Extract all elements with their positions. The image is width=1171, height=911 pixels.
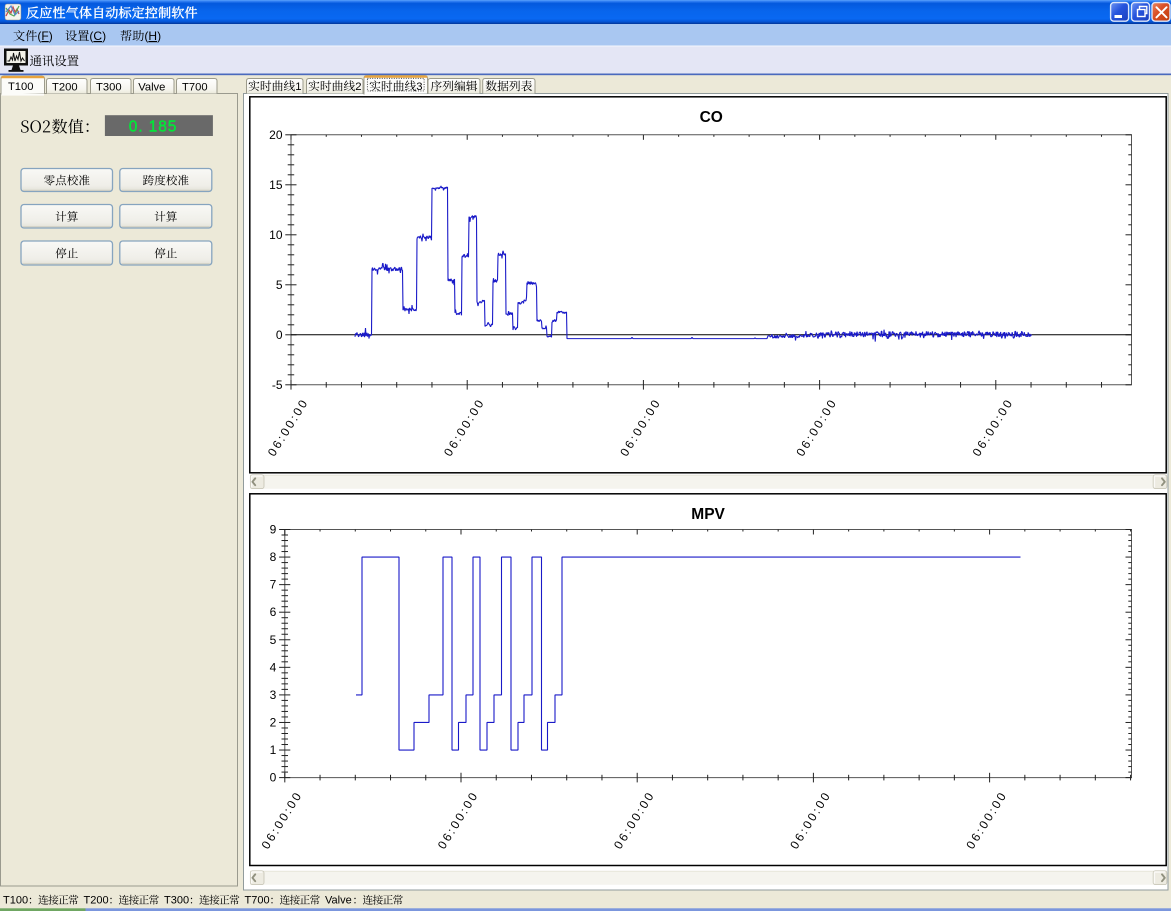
svg-text:15: 15 bbox=[269, 178, 283, 192]
svg-text:9: 9 bbox=[270, 523, 277, 537]
svg-text:T700: T700 bbox=[245, 895, 270, 907]
svg-text:T200: T200 bbox=[52, 82, 78, 94]
svg-text:(C): (C) bbox=[89, 29, 106, 43]
svg-text:20: 20 bbox=[269, 128, 283, 142]
svg-text:(H): (H) bbox=[144, 29, 161, 43]
svg-text:Valve: Valve bbox=[325, 895, 352, 907]
svg-text:0: 0 bbox=[276, 328, 283, 342]
svg-text:4: 4 bbox=[270, 660, 277, 674]
svg-text:T200: T200 bbox=[84, 895, 109, 907]
svg-text:5: 5 bbox=[270, 633, 277, 647]
svg-text:MPV: MPV bbox=[691, 506, 725, 523]
svg-text:-5: -5 bbox=[272, 378, 283, 392]
svg-text:2: 2 bbox=[270, 716, 277, 730]
svg-text:8: 8 bbox=[270, 550, 277, 564]
svg-text:1: 1 bbox=[270, 743, 277, 757]
svg-text:CO: CO bbox=[700, 109, 723, 126]
svg-text:7: 7 bbox=[270, 578, 277, 592]
svg-text:T300: T300 bbox=[164, 895, 189, 907]
svg-text:T100: T100 bbox=[8, 81, 34, 93]
svg-text:T300: T300 bbox=[96, 82, 122, 94]
svg-text:Valve: Valve bbox=[138, 82, 165, 94]
svg-text:T100: T100 bbox=[3, 895, 28, 907]
svg-text:6: 6 bbox=[270, 605, 277, 619]
svg-text:2: 2 bbox=[355, 81, 361, 93]
svg-text:3: 3 bbox=[416, 81, 422, 93]
svg-text:10: 10 bbox=[269, 228, 283, 242]
svg-text:(F): (F) bbox=[37, 29, 52, 43]
svg-text:0: 0 bbox=[270, 771, 277, 785]
svg-text:5: 5 bbox=[276, 278, 283, 292]
svg-text:1: 1 bbox=[295, 81, 301, 93]
svg-text:0. 185: 0. 185 bbox=[129, 119, 178, 136]
svg-text:T700: T700 bbox=[182, 82, 208, 94]
svg-text:3: 3 bbox=[270, 688, 277, 702]
